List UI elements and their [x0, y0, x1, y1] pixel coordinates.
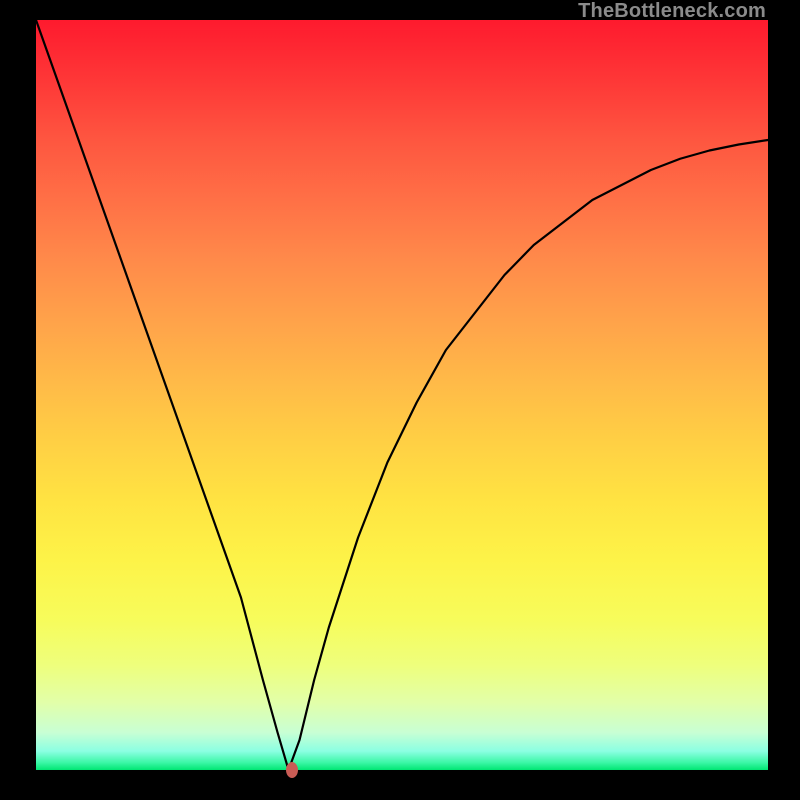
bottleneck-curve [36, 20, 768, 770]
optimum-marker [286, 762, 298, 778]
plot-area [36, 20, 768, 770]
chart-frame: TheBottleneck.com [0, 0, 800, 800]
